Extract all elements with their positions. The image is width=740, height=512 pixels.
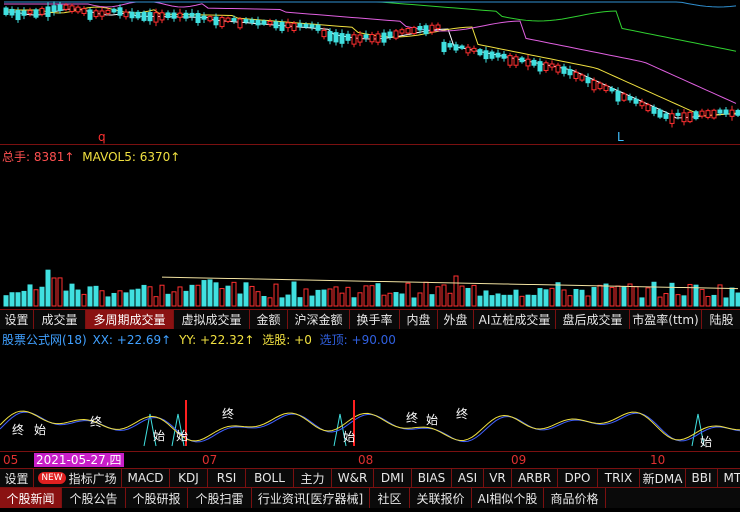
time-axis: 05 2021-05-27,四 07 08 09 10 — [0, 451, 740, 468]
info-tab-news[interactable]: 个股新闻 — [0, 488, 62, 508]
ind-tab-vr[interactable]: VR — [484, 469, 512, 487]
ind-tab-dpo[interactable]: DPO — [558, 469, 598, 487]
indicator-text-marks: 终始终始 始终始终始终始 — [12, 406, 712, 449]
ind-tab-trix[interactable]: TRIX — [598, 469, 640, 487]
cursor-date: 2021-05-27,四 — [34, 453, 124, 467]
indicator-mark: 终 — [12, 422, 24, 437]
ind-tab-mtm[interactable]: MTM — [718, 469, 740, 487]
indicator-mark: 始 — [700, 435, 712, 449]
info-tab-industry[interactable]: 行业资讯[医疗器械] — [252, 488, 370, 508]
indicator-mark: 始 — [34, 423, 46, 437]
info-tab-bar: 个股新闻 个股公告 个股研报 个股扫雷 行业资讯[医疗器械] 社区 关联报价 A… — [0, 487, 740, 508]
indicator-mark: 始 — [176, 429, 188, 443]
indicator-mark: 终 — [222, 406, 234, 421]
x-label-07: 07 — [202, 453, 218, 467]
x-label-05: 05 — [3, 453, 19, 467]
ind-tab-settings[interactable]: 设置 — [0, 469, 34, 487]
ind-tab-bbi[interactable]: BBI — [686, 469, 718, 487]
indicator-mark: 终 — [90, 414, 102, 429]
info-tab-community[interactable]: 社区 — [370, 488, 410, 508]
ind-tab-asi[interactable]: ASI — [452, 469, 484, 487]
indicator-tab-bar: 设置 NEW 指标广场 MACD KDJ RSI BOLL 主力 W&R DMI… — [0, 468, 740, 487]
ind-tab-plaza-label: 指标广场 — [68, 471, 117, 486]
ind-tab-arbr[interactable]: ARBR — [512, 469, 558, 487]
ind-tab-dmi[interactable]: DMI — [374, 469, 412, 487]
ind-tab-newdma[interactable]: 新DMA — [640, 469, 686, 487]
info-tab-commodity[interactable]: 商品价格 — [544, 488, 606, 508]
ind-tab-bias[interactable]: BIAS — [412, 469, 452, 487]
indicator-mark: 始 — [426, 413, 438, 427]
info-tab-research[interactable]: 个股研报 — [126, 488, 188, 508]
indicator-xx-line — [0, 411, 740, 443]
indicator-mark: 终 — [406, 410, 418, 425]
new-badge: NEW — [38, 472, 66, 484]
info-tab-announcements[interactable]: 个股公告 — [62, 488, 126, 508]
ind-tab-plaza[interactable]: NEW 指标广场 — [34, 469, 122, 487]
indicator-mark: 终 — [456, 406, 468, 421]
ind-tab-main-force[interactable]: 主力 — [294, 469, 332, 487]
x-label-10: 10 — [650, 453, 666, 467]
ind-tab-boll[interactable]: BOLL — [246, 469, 294, 487]
ind-tab-kdj[interactable]: KDJ — [170, 469, 208, 487]
indicator-chart[interactable]: 终始终始 始终始终始终始 — [0, 0, 740, 452]
x-label-08: 08 — [358, 453, 374, 467]
ind-tab-rsi[interactable]: RSI — [208, 469, 246, 487]
info-tab-related-quotes[interactable]: 关联报价 — [410, 488, 472, 508]
indicator-yy-line — [0, 410, 740, 442]
indicator-mark: 始 — [343, 430, 355, 444]
ind-tab-macd[interactable]: MACD — [122, 469, 170, 487]
ind-tab-wr[interactable]: W&R — [332, 469, 374, 487]
info-tab-ai-similar[interactable]: AI相似个股 — [472, 488, 544, 508]
indicator-mark: 始 — [153, 429, 165, 443]
x-label-09: 09 — [511, 453, 527, 467]
info-tab-minesweep[interactable]: 个股扫雷 — [188, 488, 252, 508]
